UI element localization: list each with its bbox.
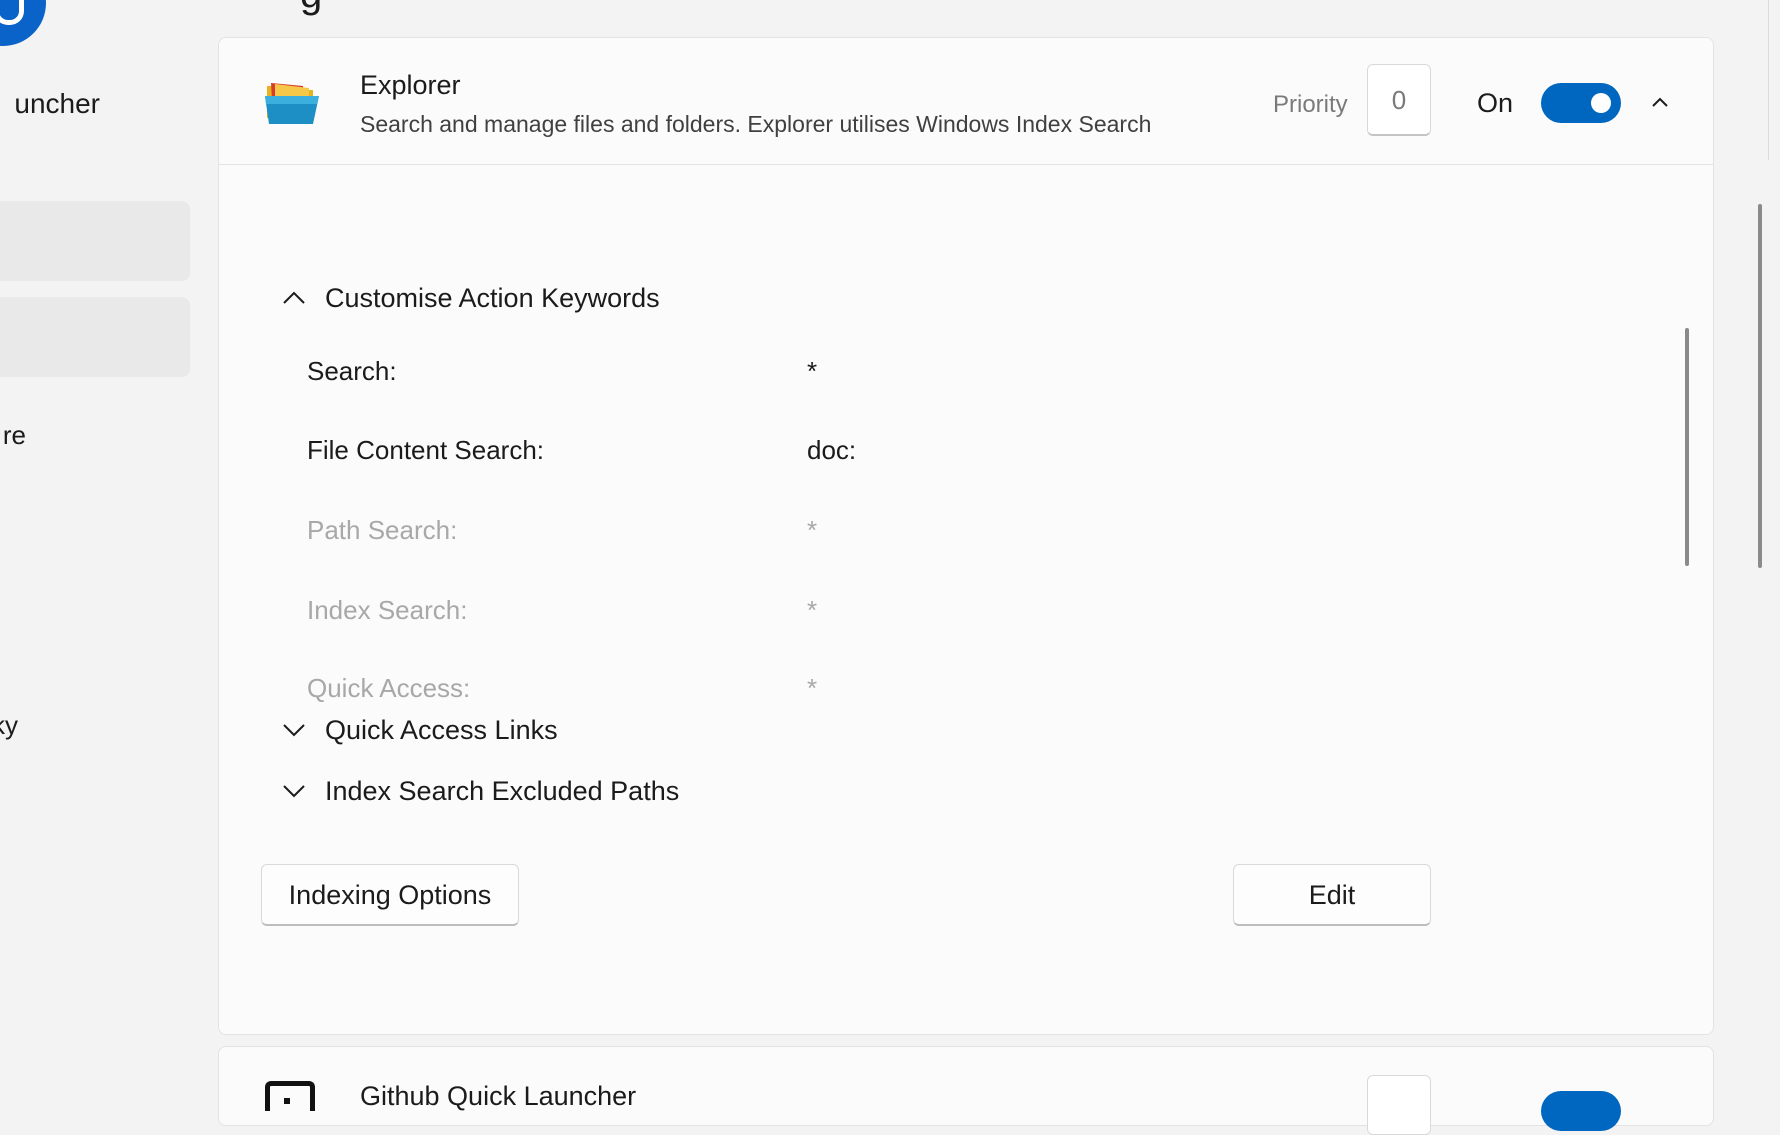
app-name: uncher xyxy=(14,88,100,119)
plugin-enabled-toggle[interactable] xyxy=(1541,83,1621,123)
sidebar-item-label[interactable]: re xyxy=(0,420,26,451)
plugin-description: Search and manage files and folders. Exp… xyxy=(360,111,1152,137)
plugin-title: Explorer xyxy=(360,70,461,100)
keyword-label: Quick Access: xyxy=(307,673,471,703)
list-item[interactable]: Index Search: * xyxy=(307,595,1677,635)
chevron-up-icon xyxy=(283,291,305,304)
sidebar-item[interactable] xyxy=(0,297,190,377)
expander-quick-access-links[interactable]: Quick Access Links xyxy=(281,710,558,750)
keyword-value: * xyxy=(807,356,818,386)
page-title: g xyxy=(300,0,322,17)
sidebar-item-label[interactable]: ky xyxy=(0,710,18,741)
action-keyword-list[interactable]: Search: * File Content Search: doc: Path… xyxy=(307,338,1677,703)
divider xyxy=(1768,0,1769,160)
keyword-list-scrollbar[interactable] xyxy=(1685,328,1689,566)
priority-label: Priority xyxy=(1273,91,1348,118)
chevron-up-icon[interactable] xyxy=(1649,92,1671,114)
sidebar-item[interactable] xyxy=(0,201,190,281)
keyword-value: doc: xyxy=(807,435,857,465)
keyword-label: File Content Search: xyxy=(307,435,545,465)
expander-action-keywords[interactable]: Customise Action Keywords xyxy=(281,278,660,318)
expander-excluded-paths[interactable]: Index Search Excluded Paths xyxy=(281,771,679,811)
chevron-down-icon xyxy=(283,785,305,798)
toggle-knob xyxy=(1591,93,1611,113)
plugin-card-explorer: Explorer Search and manage files and fol… xyxy=(218,37,1714,1035)
keyword-value: * xyxy=(807,595,818,625)
list-item[interactable]: Quick Access: * xyxy=(307,673,1677,703)
window-scrollbar-thumb[interactable] xyxy=(1758,204,1762,568)
list-item[interactable]: Path Search: * xyxy=(307,515,1677,555)
keyword-label: Index Search: xyxy=(307,595,468,625)
keyword-value: * xyxy=(807,515,818,545)
chevron-down-icon xyxy=(283,724,305,737)
list-item[interactable]: Search: * xyxy=(307,356,1677,396)
expander-title: Index Search Excluded Paths xyxy=(325,775,680,806)
plugin-card-header[interactable]: Explorer Search and manage files and fol… xyxy=(219,38,1713,165)
keyword-label: Search: xyxy=(307,356,397,386)
priority-input[interactable]: 0 xyxy=(1367,64,1431,136)
edit-button[interactable]: Edit xyxy=(1233,864,1431,926)
folder-icon xyxy=(265,83,319,124)
expander-title: Customise Action Keywords xyxy=(325,282,660,313)
list-item[interactable]: File Content Search: doc: xyxy=(307,435,1677,475)
priority-input[interactable] xyxy=(1367,1075,1431,1135)
sidebar: uncher re ky xyxy=(0,0,200,1096)
plugin-card-github[interactable]: Github Quick Launcher xyxy=(218,1046,1714,1135)
plugin-title: Github Quick Launcher xyxy=(360,1081,637,1111)
keyword-value: * xyxy=(807,673,818,703)
plugin-enabled-toggle[interactable] xyxy=(1541,1091,1621,1131)
indexing-options-button[interactable]: Indexing Options xyxy=(261,864,519,926)
terminal-icon xyxy=(265,1081,315,1111)
keyword-label: Path Search: xyxy=(307,515,458,545)
app-logo-icon xyxy=(0,0,46,46)
expander-title: Quick Access Links xyxy=(325,714,558,745)
window-scrollbar-track[interactable] xyxy=(1768,0,1780,1096)
toggle-label: On xyxy=(1477,88,1514,118)
